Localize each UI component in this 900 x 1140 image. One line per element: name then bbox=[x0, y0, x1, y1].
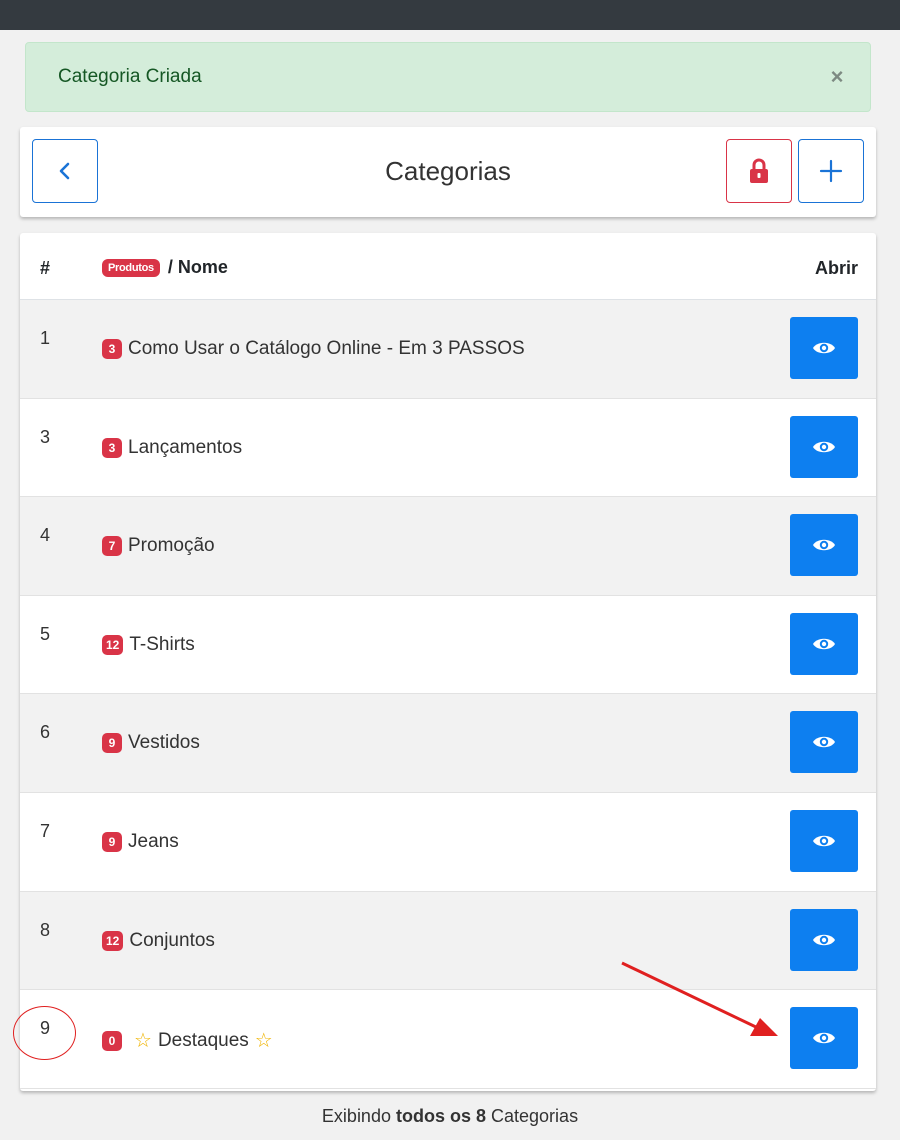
row-number: 7 bbox=[40, 820, 51, 841]
products-pill: Produtos bbox=[102, 258, 160, 277]
summary-suffix: Categorias bbox=[491, 1106, 579, 1126]
alert-close-icon[interactable]: × bbox=[824, 64, 850, 90]
table-row: 3 3 Lançamentos bbox=[20, 398, 876, 498]
star-icon: ☆ bbox=[134, 1030, 152, 1053]
eye-icon bbox=[813, 737, 835, 748]
category-label: Promoção bbox=[128, 535, 215, 557]
product-count-badge: 9 bbox=[102, 831, 122, 852]
category-name: 12 T-Shirts bbox=[102, 634, 195, 656]
table-row: 8 12 Conjuntos bbox=[20, 891, 876, 991]
eye-icon bbox=[813, 1032, 835, 1044]
open-button[interactable] bbox=[790, 317, 858, 379]
category-label: Jeans bbox=[128, 830, 179, 852]
product-count-badge: 3 bbox=[102, 339, 122, 359]
row-number: 6 bbox=[40, 722, 51, 743]
open-button[interactable] bbox=[790, 908, 858, 971]
product-count-badge: 7 bbox=[102, 536, 122, 557]
table-row: 5 12 T-Shirts bbox=[20, 595, 876, 695]
alert-message: Categoria Criada bbox=[58, 66, 202, 87]
product-count-badge: 12 bbox=[102, 634, 124, 655]
product-count-badge: 3 bbox=[102, 437, 122, 458]
row-number: 1 bbox=[40, 328, 51, 348]
column-name-header: Produtos / Nome bbox=[102, 257, 228, 278]
open-button[interactable] bbox=[790, 809, 858, 872]
star-icon: ☆ bbox=[254, 1030, 273, 1053]
category-name: 0 ☆ Destaques ☆ bbox=[102, 1028, 279, 1053]
category-name: 9 Jeans bbox=[102, 831, 179, 853]
success-alert: Categoria Criada × bbox=[25, 42, 871, 112]
page-header: Categorias bbox=[20, 127, 876, 217]
product-count-badge: 9 bbox=[102, 733, 122, 754]
table-row: 7 9 Jeans bbox=[20, 792, 876, 892]
row-number: 9 bbox=[40, 1018, 51, 1039]
top-navbar bbox=[0, 0, 900, 30]
results-summary: Exibindo todos os 8 Categorias bbox=[0, 1106, 900, 1127]
categories-table: # Produtos / Nome Abrir 1 3 Como Usar o … bbox=[20, 233, 876, 1091]
open-button[interactable] bbox=[790, 1007, 858, 1070]
category-name: 3 Lançamentos bbox=[102, 437, 242, 459]
open-button[interactable] bbox=[790, 514, 858, 577]
category-name: 9 Vestidos bbox=[102, 732, 200, 754]
eye-icon bbox=[813, 441, 835, 452]
product-count-badge: 12 bbox=[102, 930, 124, 951]
summary-count: todos os 8 bbox=[395, 1106, 486, 1126]
open-button[interactable] bbox=[790, 612, 858, 675]
back-button[interactable] bbox=[32, 139, 98, 203]
column-number-header: # bbox=[40, 258, 51, 278]
table-row: 4 7 Promoção bbox=[20, 497, 876, 596]
eye-icon bbox=[813, 835, 835, 847]
category-label: T-Shirts bbox=[129, 633, 195, 655]
table-row: 1 3 Como Usar o Catálogo Online - Em 3 P… bbox=[20, 300, 876, 399]
row-number: 8 bbox=[40, 919, 51, 940]
eye-icon bbox=[813, 638, 835, 650]
row-number: 3 bbox=[40, 426, 51, 447]
category-label: Lançamentos bbox=[128, 436, 243, 458]
category-label: Vestidos bbox=[128, 732, 200, 754]
category-label: Como Usar o Catálogo Online - Em 3 PASSO… bbox=[128, 338, 525, 359]
eye-icon bbox=[813, 934, 835, 945]
category-label: Conjuntos bbox=[129, 929, 215, 951]
product-count-badge: 0 bbox=[102, 1030, 122, 1051]
row-number: 4 bbox=[40, 525, 51, 546]
category-label: Destaques bbox=[157, 1029, 249, 1051]
plus-icon bbox=[819, 159, 843, 183]
eye-icon bbox=[813, 342, 835, 354]
category-name: 3 Como Usar o Catálogo Online - Em 3 PAS… bbox=[102, 338, 525, 360]
table-header: # Produtos / Nome Abrir bbox=[20, 233, 876, 300]
summary-prefix: Exibindo bbox=[321, 1106, 391, 1126]
eye-icon bbox=[813, 539, 835, 551]
lock-icon bbox=[750, 158, 768, 183]
row-number: 5 bbox=[40, 623, 51, 644]
category-name: 7 Promoção bbox=[102, 535, 215, 557]
open-button[interactable] bbox=[790, 711, 858, 774]
column-name-label: / Nome bbox=[167, 257, 228, 277]
table-row: 6 9 Vestidos bbox=[20, 694, 876, 793]
lock-button[interactable] bbox=[726, 139, 792, 203]
chevron-left-icon bbox=[59, 162, 70, 180]
category-name: 12 Conjuntos bbox=[102, 930, 215, 952]
column-open-header: Abrir bbox=[814, 258, 858, 278]
add-category-button[interactable] bbox=[798, 139, 864, 203]
open-button[interactable] bbox=[790, 415, 858, 478]
table-row: 9 0 ☆ Destaques ☆ bbox=[20, 990, 876, 1089]
